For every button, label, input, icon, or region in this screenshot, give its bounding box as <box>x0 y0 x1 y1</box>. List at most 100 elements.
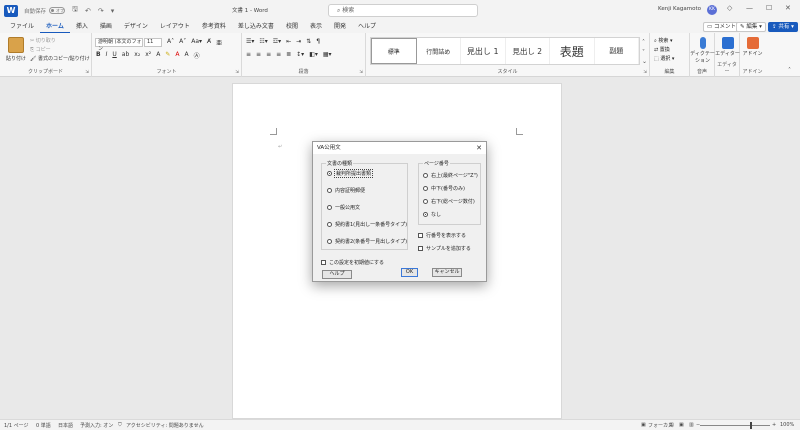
redo-icon[interactable]: ↷ <box>98 7 104 15</box>
phonetic-guide-icon[interactable]: 亜 <box>216 38 222 47</box>
tab-view[interactable]: 表示 <box>304 21 328 33</box>
font-name-box[interactable]: 游明朝 (本文のフォン <box>95 38 143 52</box>
avatar[interactable]: KK <box>707 5 717 15</box>
tab-review[interactable]: 校閲 <box>280 21 304 33</box>
add-sample-checkbox[interactable]: サンプルを追加する <box>418 245 471 252</box>
radio-selected[interactable] <box>423 212 428 217</box>
style-scroll-up-icon[interactable]: ˄ <box>642 39 645 46</box>
page-number-radio-2[interactable]: 右下(総ページ数付) <box>423 198 475 205</box>
numbering-icon[interactable]: ☷▾ <box>259 38 267 45</box>
status-language[interactable]: 日本語 <box>58 422 73 429</box>
line-spacing-icon[interactable]: ↕▾ <box>296 51 304 58</box>
radio-selected[interactable] <box>327 171 332 176</box>
borders-icon[interactable]: ▦▾ <box>323 51 332 58</box>
character-shading-icon[interactable]: A <box>184 51 188 60</box>
tab-references[interactable]: 参考資料 <box>196 21 232 33</box>
close-icon[interactable]: ✕ <box>785 4 791 12</box>
autosave-toggle[interactable]: オフ <box>49 7 66 14</box>
style-heading-1[interactable]: 見出し 1 <box>461 38 506 64</box>
read-mode-icon[interactable]: ▤ <box>669 422 674 428</box>
font-launcher-icon[interactable]: ⇲ <box>235 70 239 75</box>
checkbox[interactable] <box>321 260 326 265</box>
tab-draw[interactable]: 描画 <box>94 21 118 33</box>
subscript-icon[interactable]: x₂ <box>134 51 140 60</box>
text-effects-icon[interactable]: A <box>156 51 160 60</box>
enclose-characters-icon[interactable]: Ⓐ <box>194 51 200 60</box>
editor-button[interactable]: エディター <box>715 37 740 58</box>
minimize-icon[interactable]: — <box>746 4 753 12</box>
find-button[interactable]: ⌕ 検索 ▾ <box>654 37 673 44</box>
save-default-checkbox[interactable]: この設定を初期値にする <box>321 259 384 266</box>
change-case-icon[interactable]: Aa▾ <box>191 38 202 47</box>
shading-icon[interactable]: ◧▾ <box>309 51 318 58</box>
radio[interactable] <box>327 239 332 244</box>
style-normal[interactable]: 標準 <box>371 38 417 64</box>
style-heading-2[interactable]: 見出し 2 <box>506 38 550 64</box>
zoom-in-icon[interactable]: + <box>772 422 776 428</box>
status-text-prediction[interactable]: 予測入力: オン <box>80 422 113 429</box>
strikethrough-icon[interactable]: ab <box>122 51 130 60</box>
doc-type-radio-1[interactable]: 内容証明郵便 <box>327 187 365 194</box>
justify-icon[interactable]: ≡ <box>276 51 281 58</box>
radio[interactable] <box>423 186 428 191</box>
radio[interactable] <box>327 188 332 193</box>
style-no-spacing[interactable]: 行間詰め <box>417 38 461 64</box>
superscript-icon[interactable]: x² <box>145 51 151 60</box>
copy-button[interactable]: ⎘ コピー <box>30 46 51 53</box>
zoom-slider[interactable] <box>700 425 770 426</box>
zoom-slider-handle[interactable] <box>750 422 752 429</box>
doc-type-radio-0[interactable]: 裁判所提出書類 <box>327 169 374 178</box>
status-zoom-level[interactable]: 100% <box>780 422 794 428</box>
tab-mailings[interactable]: 差し込み文書 <box>232 21 280 33</box>
style-more-icon[interactable]: ⌄ <box>642 58 647 65</box>
sort-icon[interactable]: ⇅ <box>306 38 311 45</box>
italic-icon[interactable]: I <box>106 51 108 60</box>
dictate-button[interactable]: ディクテーション <box>690 37 715 65</box>
tab-help[interactable]: ヘルプ <box>352 21 382 33</box>
status-accessibility[interactable]: アクセシビリティ: 問題ありません <box>126 422 204 429</box>
tab-developer[interactable]: 開発 <box>328 21 352 33</box>
radio[interactable] <box>423 173 428 178</box>
radio[interactable] <box>327 222 332 227</box>
user-name[interactable]: Kenji Kagamoto <box>658 6 701 12</box>
select-button[interactable]: ⬚ 選択 ▾ <box>654 55 674 62</box>
comments-button[interactable]: ▭ コメント <box>703 22 740 32</box>
format-painter-button[interactable]: 🖌 書式のコピー/貼り付け <box>30 55 90 62</box>
maximize-icon[interactable]: ☐ <box>766 4 772 12</box>
styles-launcher-icon[interactable]: ⇲ <box>643 70 647 75</box>
page-number-radio-3[interactable]: なし <box>423 211 441 218</box>
clear-formatting-icon[interactable]: A̸ <box>207 38 211 47</box>
paste-icon[interactable] <box>8 37 24 53</box>
doc-type-radio-2[interactable]: 一般公用文 <box>327 204 360 211</box>
bullets-icon[interactable]: ☰▾ <box>246 38 254 45</box>
grow-font-icon[interactable]: A˄ <box>167 38 174 47</box>
addins-button[interactable]: アドイン <box>740 37 765 58</box>
collapse-ribbon-icon[interactable]: ˄ <box>788 67 791 74</box>
replace-button[interactable]: ⇄ 置換 <box>654 46 670 53</box>
premium-diamond-icon[interactable]: ◇ <box>727 4 732 12</box>
increase-indent-icon[interactable]: ⇥ <box>296 38 301 45</box>
customize-quick-access-icon[interactable]: ▾ <box>111 7 115 15</box>
shrink-font-icon[interactable]: A˅ <box>179 38 186 47</box>
share-button[interactable]: ⇪ 共有 ▾ <box>768 22 798 32</box>
decrease-indent-icon[interactable]: ⇤ <box>286 38 291 45</box>
doc-type-radio-4[interactable]: 契約書2(条番号一見出しタイプ) <box>327 238 407 245</box>
print-layout-icon[interactable]: ▣ <box>679 422 684 428</box>
show-marks-icon[interactable]: ¶ <box>316 38 320 45</box>
status-word-count[interactable]: 0 単語 <box>36 422 51 429</box>
multilevel-list-icon[interactable]: ☲▾ <box>273 38 281 45</box>
align-right-icon[interactable]: ≡ <box>266 51 271 58</box>
checkbox[interactable] <box>418 233 423 238</box>
center-icon[interactable]: ≡ <box>256 51 261 58</box>
search-box[interactable]: ⌕ 検索 <box>328 4 478 17</box>
status-page-count[interactable]: 1/1 ページ <box>4 422 29 429</box>
doc-type-radio-3[interactable]: 契約書1(見出し一条番号タイプ) <box>327 221 407 228</box>
editing-mode-button[interactable]: ✎ 編集 ▾ <box>736 22 766 32</box>
highlight-icon[interactable]: ✎ <box>165 51 170 60</box>
web-layout-icon[interactable]: ▥ <box>689 422 694 428</box>
font-color-icon[interactable]: A <box>175 51 179 60</box>
help-button[interactable]: ヘルプ <box>322 270 352 279</box>
paste-label[interactable]: 貼り付け <box>6 55 26 62</box>
align-left-icon[interactable]: ≡ <box>246 51 251 58</box>
undo-icon[interactable]: ↶ <box>85 7 91 15</box>
